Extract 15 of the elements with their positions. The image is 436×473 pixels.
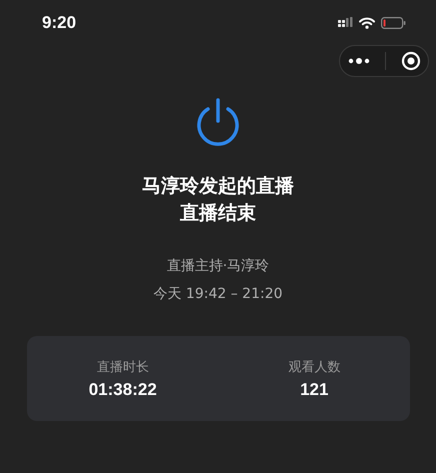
- power-icon: [194, 97, 242, 147]
- stat-label: 直播时长: [96, 358, 149, 376]
- stat-value: 121: [300, 380, 328, 400]
- stat-value: 01:38:22: [88, 380, 157, 400]
- battery-icon: [381, 16, 406, 28]
- more-icon[interactable]: [348, 57, 370, 65]
- broadcast-status: 直播结束: [180, 201, 256, 226]
- close-icon[interactable]: [400, 51, 420, 71]
- stat-label: 观看人数: [288, 358, 340, 376]
- host-text: 直播主持·马淳玲: [166, 257, 270, 276]
- status-time: 9:20: [42, 12, 76, 32]
- signal-icon: [338, 17, 353, 28]
- time-range: 今天 19:42 – 21:20: [153, 285, 283, 304]
- broadcast-title: 马淳玲发起的直播: [142, 174, 294, 199]
- wifi-icon: [359, 16, 375, 28]
